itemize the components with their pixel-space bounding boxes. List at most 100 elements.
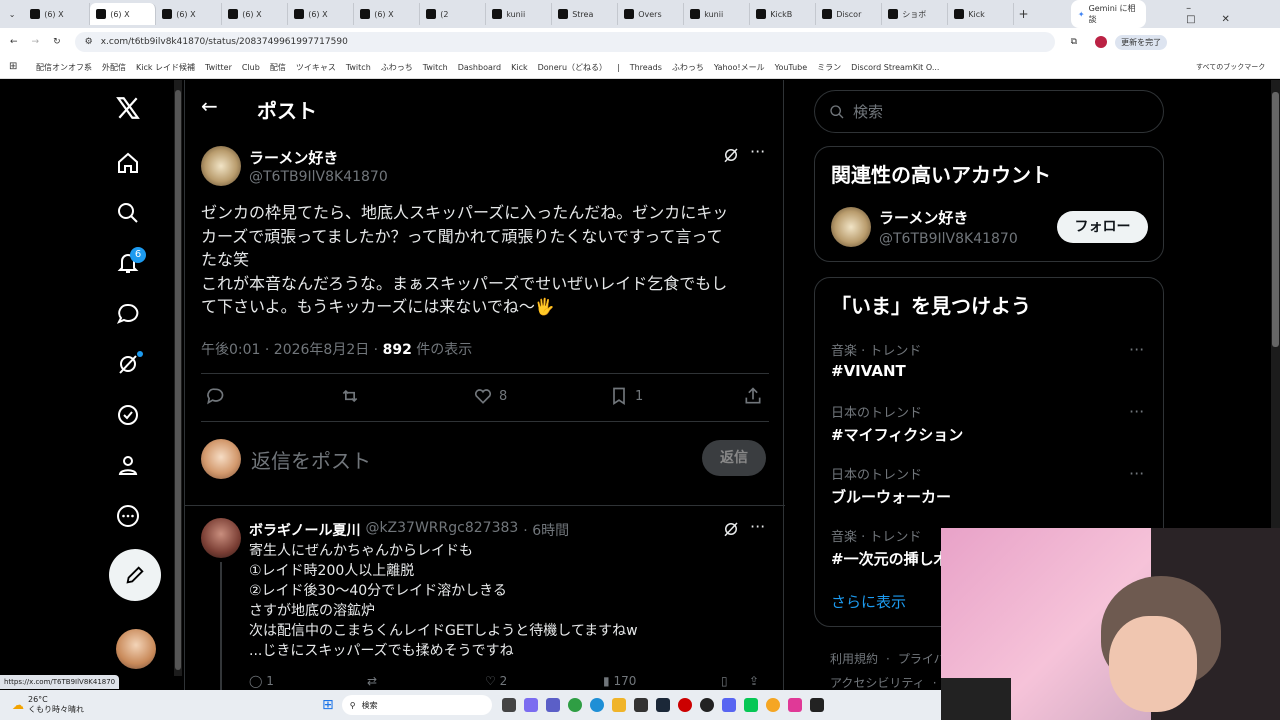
compose-button[interactable] — [109, 549, 161, 601]
trend-item[interactable]: 日本のトレンド ブルーウォーカー ··· — [831, 464, 1151, 507]
browser-tab[interactable]: KickB — [750, 3, 817, 25]
show-more-link[interactable]: さらに表示 — [831, 591, 906, 612]
trend-item[interactable]: 日本のトレンド #マイフィクション ··· — [831, 402, 1151, 445]
trend-more-icon[interactable]: ··· — [1129, 402, 1144, 421]
more-icon[interactable] — [113, 501, 143, 531]
bookmark-item[interactable]: Dashboard — [458, 63, 501, 72]
profile-icon[interactable] — [113, 450, 143, 480]
bookmark-item[interactable]: ツイキャス — [296, 62, 336, 73]
follow-button[interactable]: フォロー — [1057, 211, 1148, 243]
reply-like-count[interactable]: ♡ 2 — [485, 674, 507, 688]
bookmark-item[interactable]: Twitter — [205, 63, 232, 72]
post-timestamp[interactable]: 午後0:01 · 2026年8月2日 · — [201, 342, 383, 358]
reply-time[interactable]: · 6時間 — [523, 520, 569, 540]
taskbar-search[interactable]: ⚲ 検索 — [341, 695, 492, 715]
reply-handle[interactable]: @kZ37WRRgc827383 — [365, 520, 518, 540]
notifications-icon[interactable]: 6 — [113, 247, 146, 278]
reply-repost-icon[interactable]: ⇄ — [367, 674, 377, 688]
tab-search-icon[interactable]: ⌄ — [0, 10, 24, 19]
browser-tab[interactable]: (6) X — [156, 3, 223, 25]
bookmark-item[interactable]: Threads — [630, 63, 662, 72]
browser-tab[interactable]: Overs — [618, 3, 685, 25]
bookmark-item[interactable]: 配信オンオフ系 — [36, 62, 92, 73]
x-logo-icon[interactable] — [113, 93, 143, 123]
back-button[interactable]: ← — [201, 94, 218, 118]
apps-icon[interactable]: ⊞ — [9, 61, 17, 72]
window-controls[interactable]: –□✕ — [1186, 3, 1280, 25]
reply-display-name[interactable]: ボラギノール夏川 — [249, 520, 360, 540]
grok-icon[interactable] — [113, 349, 143, 379]
reply-avatar[interactable] — [201, 518, 241, 558]
reply-bookmark-icon[interactable]: ▯ — [721, 674, 728, 688]
post-display-name[interactable]: ラーメン好き — [249, 147, 338, 168]
steam-icon[interactable] — [655, 698, 670, 712]
post-avatar[interactable] — [201, 146, 241, 186]
home-icon[interactable] — [113, 148, 143, 178]
related-avatar[interactable] — [831, 207, 871, 247]
browser-tab[interactable]: Kick — [948, 3, 1015, 25]
browser-tab[interactable]: Strea — [552, 3, 619, 25]
browser-tab[interactable]: kunii — [486, 3, 553, 25]
terms-link[interactable]: 利用規約 — [830, 652, 878, 666]
explore-icon[interactable] — [113, 198, 143, 228]
update-button[interactable]: 更新を完了 — [1115, 34, 1168, 50]
store-icon[interactable] — [633, 698, 648, 712]
verified-icon[interactable] — [113, 400, 143, 430]
related-handle[interactable]: @T6TB9IlV8K41870 — [879, 231, 1018, 247]
reply-share-icon[interactable]: ⇪ — [749, 674, 759, 688]
browser-tab[interactable]: kunii — [684, 3, 751, 25]
discord-icon[interactable] — [721, 698, 736, 712]
grok-chat-icon[interactable] — [113, 299, 143, 329]
like-action[interactable]: 8 — [473, 386, 507, 406]
task-view-icon[interactable] — [501, 698, 516, 712]
reply-reply-count[interactable]: ◯ 1 — [249, 674, 274, 688]
post-handle[interactable]: @T6TB9IlV8K41870 — [249, 169, 388, 185]
browser-tab[interactable]: (6) X — [222, 3, 289, 25]
all-bookmarks[interactable]: すべてのブックマーク — [1196, 62, 1265, 72]
bookmark-item[interactable]: | — [617, 63, 620, 72]
bookmark-item[interactable]: ふわっち — [672, 62, 704, 73]
post-more-icon[interactable]: ··· — [750, 142, 765, 161]
browser-tab[interactable]: (2 — [420, 3, 487, 25]
share-action[interactable] — [743, 386, 763, 410]
bookmark-action[interactable]: 1 — [609, 386, 643, 406]
app-icon[interactable] — [787, 698, 802, 712]
bookmark-item[interactable]: ミラン — [817, 62, 841, 73]
grok-explain-icon[interactable] — [722, 520, 740, 542]
search-field[interactable]: 検索 — [814, 90, 1164, 133]
bookmark-item[interactable]: Discord StreamKit O... — [851, 63, 939, 72]
bookmark-item[interactable]: 配信 — [270, 62, 286, 73]
browser-tab[interactable]: (6) X — [90, 3, 157, 25]
chrome-icon[interactable] — [567, 698, 582, 712]
forward-icon[interactable]: → — [32, 37, 40, 47]
bookmark-item[interactable]: Kick — [511, 63, 528, 72]
browser-tab[interactable]: (6) X — [288, 3, 355, 25]
copilot-icon[interactable] — [523, 698, 538, 712]
url-field[interactable]: ⚙ x.com/t6tb9ilv8k41870/status/208374996… — [74, 32, 1055, 52]
site-info-icon[interactable]: ⚙ — [85, 37, 93, 47]
repost-action[interactable] — [339, 386, 361, 410]
new-tab-button[interactable]: + — [1014, 7, 1033, 21]
browser-tab[interactable]: Discor — [816, 3, 883, 25]
extensions-icon[interactable]: ⧉ — [1071, 37, 1077, 47]
bookmark-item[interactable]: Yahoo!メール — [714, 62, 765, 73]
bookmark-item[interactable]: ふわっち — [381, 62, 413, 73]
app-icon[interactable] — [765, 698, 780, 712]
reply-submit-button[interactable]: 返信 — [702, 440, 766, 476]
bookmark-item[interactable]: Club — [242, 63, 260, 72]
back-icon[interactable]: ← — [10, 37, 18, 47]
profile-avatar[interactable] — [1095, 36, 1108, 48]
accessibility-link[interactable]: アクセシビリティ — [830, 676, 925, 690]
bookmark-item[interactable]: Twitch — [346, 63, 371, 72]
explorer-icon[interactable] — [611, 698, 626, 712]
browser-tab[interactable]: (6) X — [354, 3, 421, 25]
teams-icon[interactable] — [545, 698, 560, 712]
grok-explain-icon[interactable] — [722, 146, 740, 168]
reply-composer-avatar[interactable] — [201, 439, 241, 479]
bookmark-item[interactable]: Kick レイド候補 — [136, 62, 195, 73]
browser-tab[interactable]: ショボ — [882, 3, 949, 25]
trend-item[interactable]: 音楽 · トレンド #VIVANT ··· — [831, 340, 1151, 380]
bookmark-item[interactable]: Twitch — [423, 63, 448, 72]
obs-icon[interactable] — [699, 698, 714, 712]
trend-more-icon[interactable]: ··· — [1129, 464, 1144, 483]
